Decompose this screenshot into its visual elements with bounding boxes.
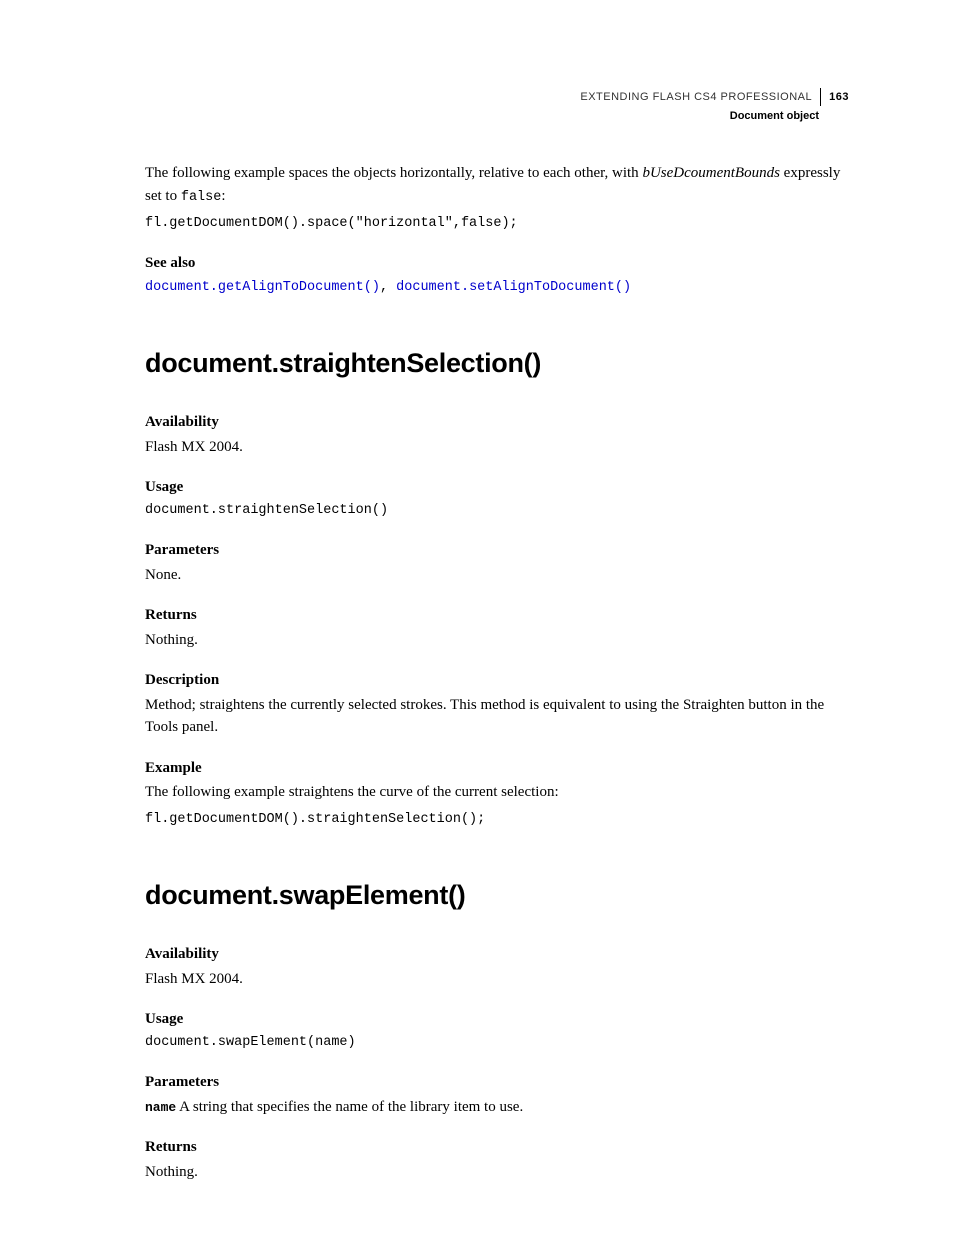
availability-body-2: Flash MX 2004.	[145, 968, 849, 991]
see-also-links: document.getAlignToDocument(), document.…	[145, 275, 849, 298]
usage-code-2: document.swapElement(name)	[145, 1033, 849, 1053]
returns-section: Returns Nothing.	[145, 604, 849, 651]
intro-paragraph: The following example spaces the objects…	[145, 162, 849, 208]
header-section-title: Document object	[580, 108, 849, 125]
returns-section-2: Returns Nothing.	[145, 1136, 849, 1183]
example-label: Example	[145, 757, 849, 780]
availability-label: Availability	[145, 411, 849, 434]
returns-body-2: Nothing.	[145, 1161, 849, 1184]
method-heading-swap: document.swapElement()	[145, 875, 849, 916]
param-desc: A string that specifies the name of the …	[176, 1099, 523, 1115]
parameters-section: Parameters None.	[145, 539, 849, 586]
header-page-number: 163	[829, 89, 849, 106]
intro-text-italic: bUseDcoumentBounds	[642, 165, 779, 181]
parameters-body: None.	[145, 564, 849, 587]
returns-label: Returns	[145, 604, 849, 627]
description-section: Description Method; straightens the curr…	[145, 669, 849, 739]
parameters-label: Parameters	[145, 539, 849, 562]
see-also-separator: ,	[380, 280, 396, 295]
parameters-body-2: name A string that specifies the name of…	[145, 1096, 849, 1119]
usage-label: Usage	[145, 476, 849, 499]
usage-section-2: Usage document.swapElement(name)	[145, 1008, 849, 1053]
method-heading-straighten: document.straightenSelection()	[145, 343, 849, 384]
see-also-label: See also	[145, 252, 849, 275]
availability-section-2: Availability Flash MX 2004.	[145, 943, 849, 990]
availability-body: Flash MX 2004.	[145, 436, 849, 459]
see-also-link-2[interactable]: document.setAlignToDocument()	[396, 280, 631, 295]
example-section: Example The following example straighten…	[145, 757, 849, 830]
header-line-1: EXTENDING FLASH CS4 PROFESSIONAL 163	[580, 88, 849, 106]
header-book-title: EXTENDING FLASH CS4 PROFESSIONAL	[580, 89, 812, 106]
intro-text-post2: :	[221, 188, 225, 204]
parameters-label-2: Parameters	[145, 1071, 849, 1094]
example-code: fl.getDocumentDOM().straightenSelection(…	[145, 810, 849, 830]
header-divider-icon	[820, 88, 821, 106]
description-label: Description	[145, 669, 849, 692]
availability-label-2: Availability	[145, 943, 849, 966]
parameters-section-2: Parameters name A string that specifies …	[145, 1071, 849, 1118]
param-name: name	[145, 1100, 176, 1115]
usage-section: Usage document.straightenSelection()	[145, 476, 849, 521]
returns-body: Nothing.	[145, 629, 849, 652]
page-header: EXTENDING FLASH CS4 PROFESSIONAL 163 Doc…	[580, 88, 849, 125]
usage-label-2: Usage	[145, 1008, 849, 1031]
see-also-link-1[interactable]: document.getAlignToDocument()	[145, 280, 380, 295]
intro-code-block: fl.getDocumentDOM().space("horizontal",f…	[145, 214, 849, 234]
intro-inline-code: false	[181, 190, 222, 205]
usage-code: document.straightenSelection()	[145, 501, 849, 521]
page-content: The following example spaces the objects…	[145, 162, 849, 1183]
returns-label-2: Returns	[145, 1136, 849, 1159]
intro-text-pre: The following example spaces the objects…	[145, 165, 642, 181]
availability-section: Availability Flash MX 2004.	[145, 411, 849, 458]
description-body: Method; straightens the currently select…	[145, 694, 849, 739]
example-body: The following example straightens the cu…	[145, 781, 849, 804]
